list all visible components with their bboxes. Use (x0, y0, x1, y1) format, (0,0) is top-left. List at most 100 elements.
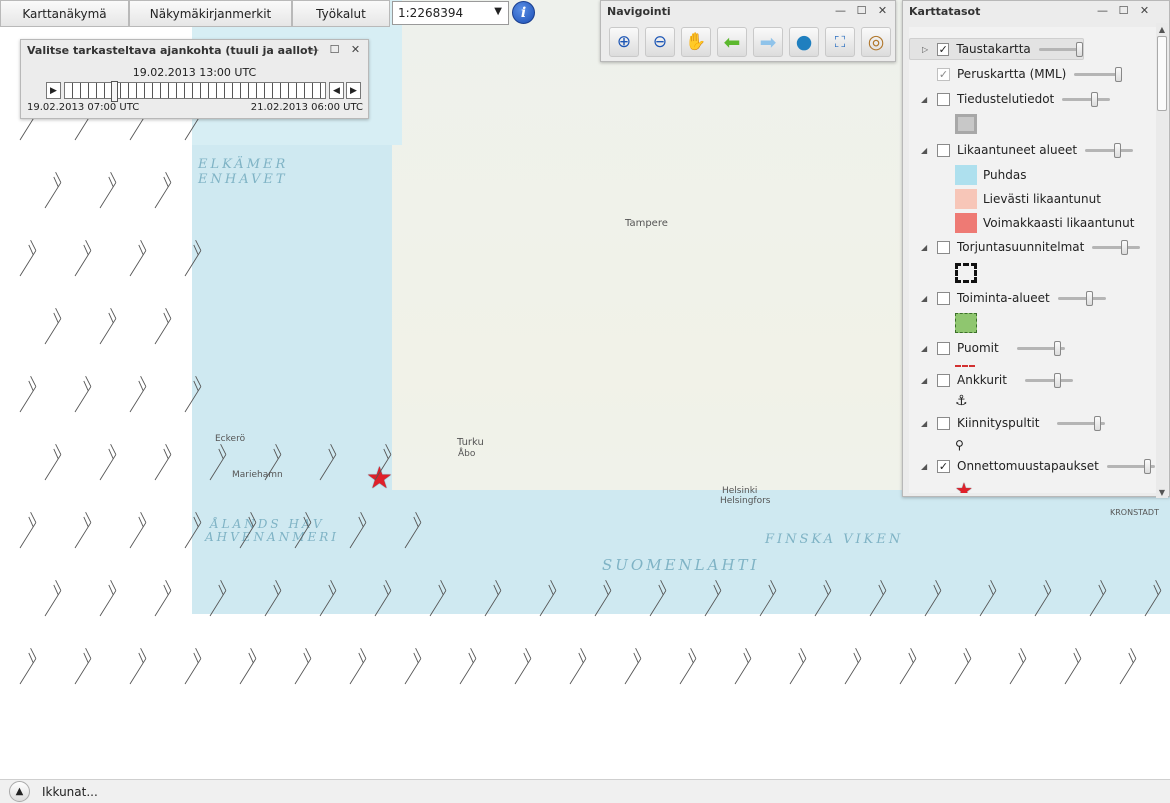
collapse-icon[interactable]: ◢ (921, 146, 931, 155)
zoom-extent-icon[interactable]: ⛶ (825, 27, 855, 57)
wind-barb-icon (979, 579, 997, 617)
layer-peruskartta[interactable]: ✓ Peruskartta (MML) (909, 63, 1123, 85)
globe-icon[interactable]: ● (789, 27, 819, 57)
time-slider-thumb[interactable] (110, 81, 118, 102)
layer-kiinnityspultit[interactable]: ◢ Kiinnityspultit (909, 412, 1106, 434)
window-controls: — ☐ ✕ (832, 3, 891, 18)
opacity-slider[interactable] (1062, 91, 1111, 107)
collapse-icon[interactable]: ◢ (921, 95, 931, 104)
wind-barb-icon (789, 647, 807, 685)
step-forward-icon[interactable]: ▶ (346, 82, 361, 99)
forward-arrow-icon[interactable]: ➡ (753, 27, 783, 57)
layer-checkbox[interactable] (937, 92, 950, 106)
layer-label: Taustakartta (956, 42, 1031, 56)
opacity-slider[interactable] (1024, 372, 1073, 388)
zoom-out-icon[interactable]: ⊖ (645, 27, 675, 57)
opacity-slider-thumb[interactable] (1121, 239, 1129, 255)
opacity-slider[interactable] (1092, 239, 1141, 255)
info-icon[interactable]: i (512, 1, 535, 24)
layer-onnettomuustapaukset[interactable]: ◢ ✓ Onnettomuustapaukset (909, 455, 1155, 477)
opacity-slider[interactable] (1085, 142, 1134, 158)
wind-barb-icon (74, 375, 92, 413)
layer-toiminta-alueet[interactable]: ◢ Toiminta-alueet (909, 287, 1106, 309)
minimize-icon[interactable]: — (1094, 3, 1111, 18)
layer-checkbox[interactable] (937, 143, 950, 157)
opacity-slider-thumb[interactable] (1113, 142, 1121, 158)
minimize-icon[interactable]: — (305, 42, 322, 57)
opacity-slider[interactable] (1016, 340, 1065, 356)
layer-checkbox[interactable] (937, 373, 950, 387)
play-icon[interactable]: ▶ (46, 82, 61, 99)
wind-barb-icon (1089, 579, 1107, 617)
collapse-icon[interactable]: ◢ (921, 419, 931, 428)
wind-barb-icon (814, 579, 832, 617)
opacity-slider[interactable] (1057, 290, 1106, 306)
opacity-slider-thumb[interactable] (1143, 458, 1151, 474)
scroll-down-icon[interactable]: ▼ (1156, 486, 1168, 498)
wind-barb-icon (44, 579, 62, 617)
close-icon[interactable]: ✕ (347, 42, 364, 57)
opacity-slider[interactable] (1057, 415, 1106, 431)
opacity-slider-thumb[interactable] (1086, 290, 1094, 306)
layer-taustakartta[interactable]: ▷ ✓ Taustakartta (909, 38, 1084, 60)
maximize-icon[interactable]: ☐ (326, 42, 343, 57)
layer-checkbox[interactable] (937, 341, 950, 355)
close-icon[interactable]: ✕ (1136, 3, 1153, 18)
collapse-icon[interactable]: ◢ (921, 376, 931, 385)
opacity-slider[interactable] (1038, 41, 1083, 57)
opacity-slider-thumb[interactable] (1053, 340, 1061, 356)
scale-value: 1:2268394 (398, 6, 464, 20)
opacity-slider-thumb[interactable] (1053, 372, 1061, 388)
wind-barb-icon (239, 647, 257, 685)
time-slider[interactable]: ▶ ◀ ▶ (46, 81, 361, 102)
close-icon[interactable]: ✕ (874, 3, 891, 18)
scale-select[interactable]: 1:2268394 ▼ (392, 1, 509, 25)
step-back-icon[interactable]: ◀ (329, 82, 344, 99)
menu-tyokalut[interactable]: Työkalut (292, 0, 390, 27)
minimize-icon[interactable]: — (832, 3, 849, 18)
layer-checkbox[interactable]: ✓ (937, 67, 950, 81)
expand-icon[interactable]: ▷ (922, 45, 931, 54)
layer-checkbox[interactable] (937, 240, 950, 254)
opacity-slider-thumb[interactable] (1090, 91, 1098, 107)
collapse-icon[interactable]: ◢ (921, 243, 931, 252)
wind-barb-icon (129, 375, 147, 413)
layers-scrollbar[interactable]: ▲ ▼ (1156, 23, 1168, 498)
menu-karttanakyma[interactable]: Karttanäkymä (0, 0, 129, 27)
scroll-up-icon[interactable]: ▲ (1156, 23, 1168, 35)
opacity-slider[interactable] (1106, 458, 1155, 474)
layer-checkbox[interactable]: ✓ (937, 42, 950, 56)
legend-lievasti: Lievästi likaantunut (955, 188, 1101, 210)
chevron-up-icon[interactable]: ▲ (9, 781, 30, 802)
collapse-icon[interactable]: ◢ (921, 294, 931, 303)
scrollbar-thumb[interactable] (1157, 36, 1167, 111)
star-icon: ★ (955, 478, 973, 493)
layer-checkbox[interactable]: ✓ (937, 459, 950, 473)
layer-ankkurit[interactable]: ◢ Ankkurit (909, 369, 1073, 391)
layer-torjuntasuunnitelmat[interactable]: ◢ Torjuntasuunnitelmat (909, 236, 1141, 258)
zoom-in-icon[interactable]: ⊕ (609, 27, 639, 57)
layer-likaantuneet[interactable]: ◢ Likaantuneet alueet (909, 139, 1134, 161)
windows-menu-label[interactable]: Ikkunat... (42, 785, 98, 799)
menu-nakymakirjanmerkit[interactable]: Näkymäkirjanmerkit (129, 0, 292, 27)
maximize-icon[interactable]: ☐ (1115, 3, 1132, 18)
time-slider-track[interactable] (64, 81, 326, 102)
opacity-slider-thumb[interactable] (1094, 415, 1102, 431)
maximize-icon[interactable]: ☐ (853, 3, 870, 18)
layer-tiedustelutiedot[interactable]: ◢ Tiedustelutiedot (909, 88, 1111, 110)
layer-puomit[interactable]: ◢ Puomit (909, 337, 1065, 359)
opacity-slider[interactable] (1074, 66, 1123, 82)
wind-barb-icon (954, 647, 972, 685)
back-arrow-icon[interactable]: ⬅ (717, 27, 747, 57)
layer-label: Toiminta-alueet (957, 291, 1050, 305)
pan-hand-icon[interactable]: ✋ (681, 27, 711, 57)
target-icon[interactable]: ◎ (861, 27, 891, 57)
wind-barb-icon (649, 579, 667, 617)
opacity-slider-thumb[interactable] (1115, 66, 1123, 82)
opacity-slider-thumb[interactable] (1075, 41, 1083, 57)
collapse-icon[interactable]: ◢ (921, 344, 931, 353)
layer-checkbox[interactable] (937, 291, 950, 305)
layer-checkbox[interactable] (937, 416, 950, 430)
collapse-icon[interactable]: ◢ (921, 462, 931, 471)
legend-torjunta (955, 262, 983, 284)
